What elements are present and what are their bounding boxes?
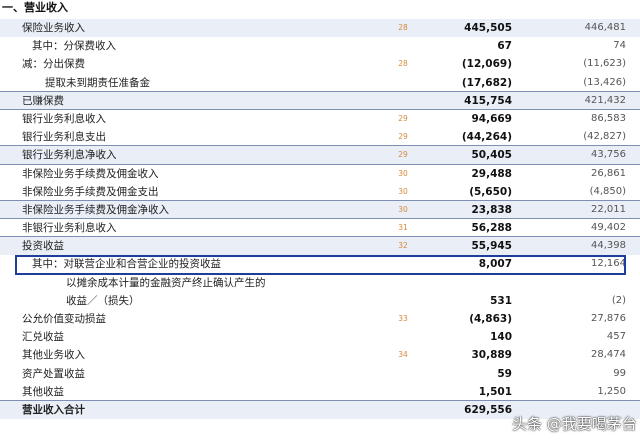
- row-previous-value: (4,850): [589, 185, 626, 197]
- row-label: 其他收益: [22, 385, 64, 398]
- row-label: 银行业务利息支出: [22, 131, 106, 144]
- row-current-value: (17,682): [461, 76, 512, 89]
- row-label: 其中：分保费收入: [32, 40, 116, 53]
- row-note: 32: [398, 241, 408, 251]
- row-label: 其中：对联营企业和合营企业的投资收益: [32, 258, 221, 271]
- row-label: 汇兑收益: [22, 331, 64, 344]
- row-label: 投资收益: [22, 240, 64, 253]
- row-current-value: 445,505: [464, 22, 512, 34]
- row-previous-value: 99: [613, 367, 626, 379]
- table-row: 减：分出保费 28 (12,069) (11,623): [0, 55, 640, 73]
- row-note: 28: [398, 23, 408, 32]
- row-label: 收益／（损失）: [66, 294, 140, 307]
- row-note: 30: [398, 168, 408, 178]
- row-current-value: 59: [497, 367, 512, 380]
- row-note: 29: [398, 150, 408, 160]
- row-previous-value: 457: [606, 331, 626, 343]
- row-current-value: 140: [490, 331, 512, 344]
- row-label: 减：分出保费: [22, 58, 85, 71]
- row-note: 28: [398, 59, 408, 69]
- section-title: 一、营业收入: [2, 1, 68, 14]
- row-previous-value: 421,432: [584, 94, 626, 106]
- table-row: 资产处置收益 59 99: [0, 365, 640, 383]
- row-current-value: 94,669: [471, 112, 512, 125]
- row-label: 已赚保费: [22, 94, 64, 107]
- row-current-value: 629,556: [464, 403, 512, 416]
- row-label: 银行业务利息收入: [22, 112, 106, 125]
- table-row: 保险业务收入 28 445,505 446,481: [0, 19, 640, 38]
- row-note: 31: [398, 223, 408, 233]
- row-previous-value: 446,481: [584, 22, 626, 33]
- row-current-value: 531: [490, 294, 512, 307]
- table-row: 其中：分保费收入 67 74: [0, 37, 640, 55]
- row-previous-value: 28,474: [591, 349, 626, 361]
- table-row: 投资收益 32 55,945 44,398: [0, 237, 640, 256]
- table-row: 其中：对联营企业和合营企业的投资收益 8,007 12,164: [0, 255, 640, 273]
- row-label: 其他业务收入: [22, 349, 85, 362]
- table-row: 提取未到期责任准备金 (17,682) (13,426): [0, 74, 640, 92]
- row-note: 33: [398, 314, 408, 323]
- table-row: 以摊余成本计量的金融资产终止确认产生的: [0, 274, 640, 292]
- row-previous-value: 86,583: [591, 112, 626, 124]
- row-current-value: (4,863): [469, 313, 512, 325]
- row-label: 提取未到期责任准备金: [45, 76, 150, 89]
- row-current-value: 67: [497, 40, 512, 53]
- row-current-value: 415,754: [464, 94, 512, 107]
- row-label: 以摊余成本计量的金融资产终止确认产生的: [66, 276, 266, 289]
- table-row: 其他业务收入 34 30,889 28,474: [0, 346, 640, 364]
- row-note: 30: [398, 204, 408, 214]
- row-label: 资产处置收益: [22, 367, 85, 380]
- row-previous-value: 22,011: [591, 203, 626, 215]
- row-previous-value: (11,623): [583, 58, 626, 70]
- row-label: 公允价值变动损益: [22, 313, 106, 325]
- row-current-value: 29,488: [471, 167, 512, 180]
- row-current-value: 8,007: [478, 258, 512, 271]
- row-previous-value: 26,861: [591, 167, 626, 179]
- row-current-value: 1,501: [478, 385, 512, 398]
- row-previous-value: (2): [611, 294, 626, 306]
- row-current-value: 56,288: [471, 222, 512, 235]
- row-label: 非保险业务手续费及佣金收入: [22, 167, 159, 180]
- row-previous-value: 43,756: [591, 149, 626, 161]
- table-row: 已赚保费 415,754 421,432: [0, 91, 640, 110]
- row-label: 保险业务收入: [22, 22, 85, 34]
- table-row: 收益／（损失） 531 (2): [0, 292, 640, 310]
- table-row: 非保险业务手续费及佣金收入 30 29,488 26,861: [0, 165, 640, 183]
- row-previous-value: (13,426): [583, 76, 626, 88]
- row-note: 34: [398, 350, 408, 360]
- watermark: 头条 @我要喝茅台: [512, 415, 637, 433]
- table-row: 公允价值变动损益 33 (4,863) 27,876: [0, 310, 640, 328]
- row-previous-value: (42,827): [583, 131, 626, 143]
- row-note: 30: [398, 186, 408, 196]
- row-label: 非银行业务利息收入: [22, 222, 117, 235]
- row-label: 非保险业务手续费及佣金支出: [22, 185, 159, 198]
- row-current-value: (12,069): [461, 58, 512, 71]
- table-row: 汇兑收益 140 457: [0, 328, 640, 346]
- row-current-value: (44,264): [461, 131, 512, 144]
- row-previous-value: 74: [613, 40, 626, 52]
- row-previous-value: 49,402: [591, 222, 626, 234]
- row-label: 营业收入合计: [22, 403, 85, 416]
- table-row: 银行业务利息支出 29 (44,264) (42,827): [0, 128, 640, 147]
- table-row: 非保险业务手续费及佣金净收入 30 23,838 22,011: [0, 200, 640, 220]
- row-label: 非保险业务手续费及佣金净收入: [22, 203, 169, 216]
- row-current-value: 55,945: [471, 240, 512, 253]
- table-row: 其他收益 1,501 1,250: [0, 383, 640, 401]
- table-row: 银行业务利息收入 29 94,669 86,583: [0, 110, 640, 128]
- row-previous-value: 1,250: [597, 385, 626, 397]
- row-note: 29: [398, 113, 408, 123]
- row-current-value: 23,838: [471, 203, 512, 216]
- row-previous-value: 27,876: [591, 313, 626, 324]
- table-row: 非银行业务利息收入 31 56,288 49,402: [0, 219, 640, 238]
- table-row: 银行业务利息净收入 29 50,405 43,756: [0, 146, 640, 165]
- row-current-value: 50,405: [471, 149, 512, 162]
- row-current-value: 30,889: [471, 349, 512, 362]
- row-note: 29: [398, 132, 408, 142]
- row-current-value: (5,650): [469, 185, 512, 198]
- income-table: 保险业务收入 28 445,505 446,481 其中：分保费收入 67 74 减：分出保费…: [0, 19, 640, 420]
- row-label: 银行业务利息净收入: [22, 149, 117, 162]
- row-previous-value: 12,164: [591, 258, 626, 270]
- row-previous-value: 44,398: [591, 240, 626, 252]
- table-row: 非保险业务手续费及佣金支出 30 (5,650) (4,850): [0, 183, 640, 201]
